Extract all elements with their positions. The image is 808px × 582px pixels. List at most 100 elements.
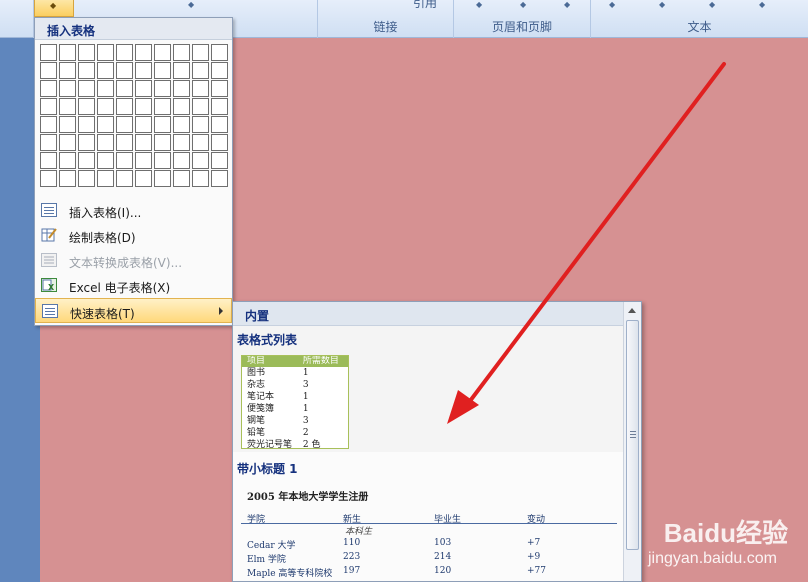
grid-cell[interactable] xyxy=(173,170,190,187)
grid-cell[interactable] xyxy=(192,44,209,61)
grid-cell[interactable] xyxy=(97,116,114,133)
grid-cell[interactable] xyxy=(116,80,133,97)
table-size-grid[interactable] xyxy=(40,44,230,212)
grid-cell[interactable] xyxy=(116,134,133,151)
grid-cell[interactable] xyxy=(40,116,57,133)
grid-cell[interactable] xyxy=(135,62,152,79)
grid-cell[interactable] xyxy=(116,152,133,169)
grid-cell[interactable] xyxy=(40,152,57,169)
ribbon-ref-text[interactable]: 引用 xyxy=(413,0,437,11)
tabular-list-preview[interactable]: 项目 所需数目 图书 1 杂志 3 笔记本 1 便笺簿 1 钢笔 3 铅笔 2 荧光记号笔 2 色 xyxy=(241,355,349,449)
grid-cell[interactable] xyxy=(116,116,133,133)
dropdown-arrow-icon[interactable]: ◆ xyxy=(564,0,570,9)
grid-cell[interactable] xyxy=(135,98,152,115)
scroll-up-icon[interactable] xyxy=(628,308,636,313)
grid-cell[interactable] xyxy=(40,44,57,61)
preview-cell: 120 xyxy=(434,566,452,576)
grid-cell[interactable] xyxy=(173,116,190,133)
menu-item-draw-table[interactable]: 绘制表格(D) xyxy=(35,223,232,248)
grid-cell[interactable] xyxy=(97,152,114,169)
table-button[interactable]: ◆ xyxy=(34,0,74,17)
grid-cell[interactable] xyxy=(211,62,228,79)
grid-cell[interactable] xyxy=(78,62,95,79)
grid-cell[interactable] xyxy=(97,170,114,187)
grid-cell[interactable] xyxy=(192,134,209,151)
grid-cell[interactable] xyxy=(135,44,152,61)
grid-cell[interactable] xyxy=(59,116,76,133)
menu-item-insert-table[interactable]: 插入表格(I)... xyxy=(35,198,232,223)
grid-cell[interactable] xyxy=(59,80,76,97)
grid-cell[interactable] xyxy=(59,98,76,115)
preview-cell: 1 xyxy=(302,392,309,402)
grid-cell[interactable] xyxy=(192,80,209,97)
grid-cell[interactable] xyxy=(154,80,171,97)
grid-cell[interactable] xyxy=(173,98,190,115)
grid-cell[interactable] xyxy=(154,152,171,169)
grid-cell[interactable] xyxy=(173,134,190,151)
grid-cell[interactable] xyxy=(97,98,114,115)
grid-cell[interactable] xyxy=(173,44,190,61)
grid-cell[interactable] xyxy=(135,134,152,151)
grid-cell[interactable] xyxy=(97,80,114,97)
grid-cell[interactable] xyxy=(59,152,76,169)
dropdown-arrow-icon[interactable]: ◆ xyxy=(609,0,615,9)
grid-cell[interactable] xyxy=(211,152,228,169)
grid-cell[interactable] xyxy=(173,80,190,97)
grid-cell[interactable] xyxy=(59,134,76,151)
grid-cell[interactable] xyxy=(211,170,228,187)
grid-cell[interactable] xyxy=(211,134,228,151)
grid-cell[interactable] xyxy=(211,80,228,97)
grid-cell[interactable] xyxy=(40,134,57,151)
grid-cell[interactable] xyxy=(154,134,171,151)
grid-cell[interactable] xyxy=(78,152,95,169)
grid-cell[interactable] xyxy=(154,116,171,133)
preview-cell: +77 xyxy=(527,566,546,576)
grid-cell[interactable] xyxy=(78,116,95,133)
grid-cell[interactable] xyxy=(192,152,209,169)
grid-cell[interactable] xyxy=(135,116,152,133)
grid-cell[interactable] xyxy=(78,170,95,187)
dropdown-arrow-icon[interactable]: ◆ xyxy=(759,0,765,9)
grid-cell[interactable] xyxy=(97,62,114,79)
grid-cell[interactable] xyxy=(59,44,76,61)
grid-cell[interactable] xyxy=(97,44,114,61)
grid-cell[interactable] xyxy=(116,98,133,115)
dropdown-arrow-icon[interactable]: ◆ xyxy=(520,0,526,9)
grid-cell[interactable] xyxy=(59,170,76,187)
grid-cell[interactable] xyxy=(135,80,152,97)
grid-cell[interactable] xyxy=(154,170,171,187)
grid-cell[interactable] xyxy=(135,152,152,169)
grid-cell[interactable] xyxy=(59,62,76,79)
grid-cell[interactable] xyxy=(173,62,190,79)
grid-cell[interactable] xyxy=(154,62,171,79)
dropdown-arrow-icon[interactable]: ◆ xyxy=(659,0,665,9)
grid-cell[interactable] xyxy=(192,170,209,187)
grid-cell[interactable] xyxy=(78,44,95,61)
grid-cell[interactable] xyxy=(78,98,95,115)
grid-cell[interactable] xyxy=(40,62,57,79)
grid-cell[interactable] xyxy=(116,62,133,79)
dropdown-arrow-icon[interactable]: ◆ xyxy=(709,0,715,9)
dropdown-arrow-icon[interactable]: ◆ xyxy=(188,0,194,9)
grid-cell[interactable] xyxy=(78,80,95,97)
grid-cell[interactable] xyxy=(135,170,152,187)
grid-cell[interactable] xyxy=(116,44,133,61)
grid-cell[interactable] xyxy=(173,152,190,169)
grid-cell[interactable] xyxy=(211,98,228,115)
grid-cell[interactable] xyxy=(154,98,171,115)
grid-cell[interactable] xyxy=(211,116,228,133)
grid-cell[interactable] xyxy=(78,134,95,151)
grid-cell[interactable] xyxy=(192,98,209,115)
grid-cell[interactable] xyxy=(40,80,57,97)
grid-cell[interactable] xyxy=(40,98,57,115)
grid-cell[interactable] xyxy=(116,170,133,187)
grid-cell[interactable] xyxy=(192,62,209,79)
menu-item-quick-tables[interactable]: 快速表格(T) xyxy=(35,298,232,323)
grid-cell[interactable] xyxy=(154,44,171,61)
grid-cell[interactable] xyxy=(97,134,114,151)
grid-cell[interactable] xyxy=(211,44,228,61)
menu-item-excel-spreadsheet[interactable]: X Excel 电子表格(X) xyxy=(35,273,232,298)
dropdown-arrow-icon[interactable]: ◆ xyxy=(476,0,482,9)
grid-cell[interactable] xyxy=(40,170,57,187)
grid-cell[interactable] xyxy=(192,116,209,133)
